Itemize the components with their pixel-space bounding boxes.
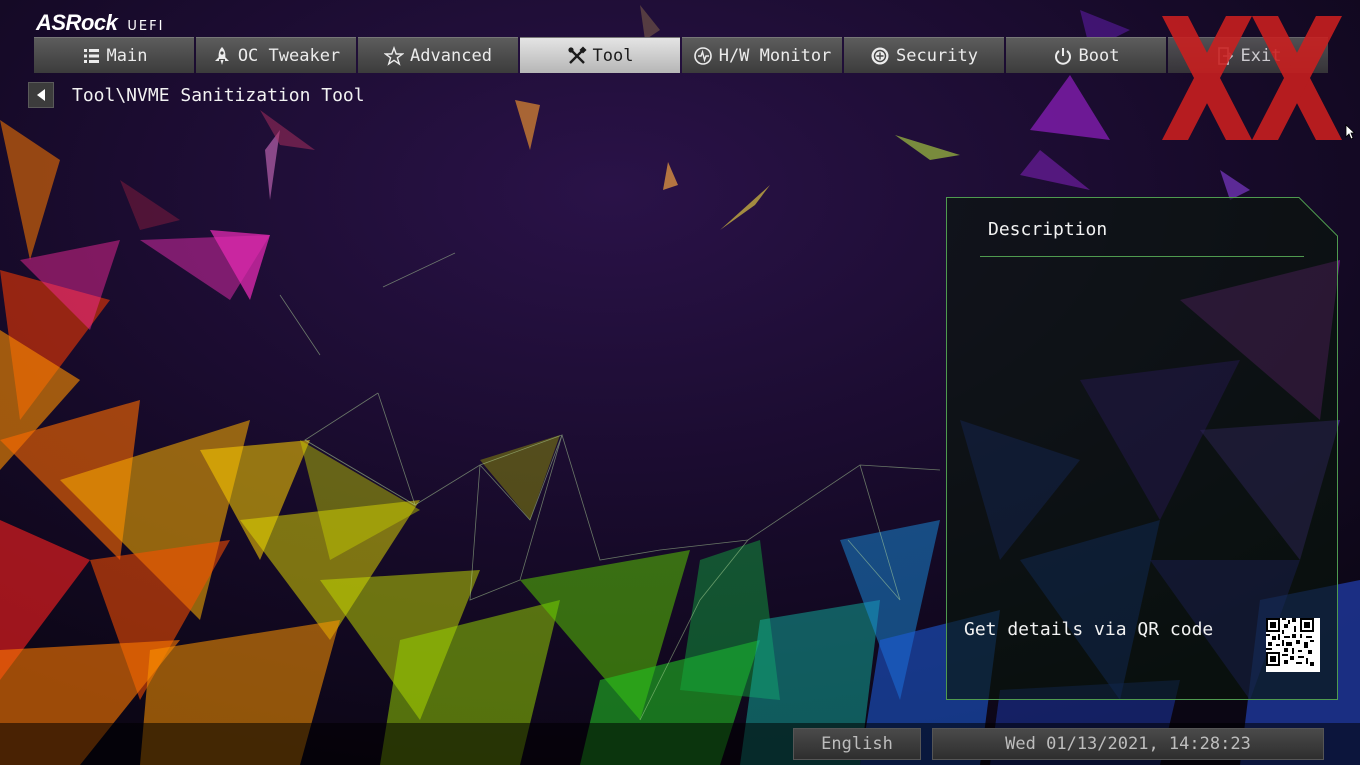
tools-icon [567, 45, 587, 64]
description-divider [980, 256, 1304, 257]
power-icon [1054, 47, 1071, 65]
xx-watermark-logo [1162, 16, 1342, 140]
description-panel: Description Get details via QR code [946, 197, 1338, 700]
back-button[interactable] [28, 82, 54, 108]
qr-code-icon [1266, 618, 1314, 666]
tab-tool[interactable]: Tool [520, 37, 680, 73]
asrock-logo: ASRock UEFI [36, 10, 165, 35]
breadcrumb: Tool\NVME Sanitization Tool [28, 82, 365, 108]
breadcrumb-path: Tool\NVME Sanitization Tool [72, 84, 365, 106]
mouse-cursor-icon [1345, 124, 1355, 140]
tab-advanced[interactable]: Advanced [358, 37, 518, 73]
rocket-icon [214, 46, 229, 65]
monitor-icon [693, 46, 712, 65]
tab-boot[interactable]: Boot [1006, 37, 1166, 73]
tab-security-label: Security [896, 45, 978, 66]
qr-code[interactable] [1266, 618, 1320, 672]
tab-oc-tweaker-label: OC Tweaker [237, 45, 341, 66]
logo-subtitle: UEFI [127, 19, 165, 34]
shield-icon [871, 47, 889, 64]
back-arrow-icon [37, 89, 45, 101]
tab-hw-monitor-label: H/W Monitor [718, 45, 832, 66]
tab-oc-tweaker[interactable]: OC Tweaker [196, 37, 356, 73]
tab-advanced-label: Advanced [410, 45, 492, 66]
tab-main-label: Main [106, 45, 148, 66]
main-tab-bar: Main OC Tweaker Advanced Tool H/W Monito… [34, 37, 1328, 73]
list-icon [83, 48, 99, 63]
tab-tool-label: Tool [592, 45, 634, 66]
tab-main[interactable]: Main [34, 37, 194, 73]
description-title: Description [988, 219, 1108, 240]
tab-boot-label: Boot [1078, 45, 1120, 66]
logo-brand: ASRock [36, 10, 118, 35]
datetime-display[interactable]: Wed 01/13/2021, 14:28:23 [932, 728, 1324, 760]
language-button[interactable]: English [793, 728, 921, 760]
qr-code-caption: Get details via QR code [964, 619, 1214, 640]
tab-security[interactable]: Security [844, 37, 1004, 73]
star-icon [384, 45, 405, 66]
tab-hw-monitor[interactable]: H/W Monitor [682, 37, 842, 73]
